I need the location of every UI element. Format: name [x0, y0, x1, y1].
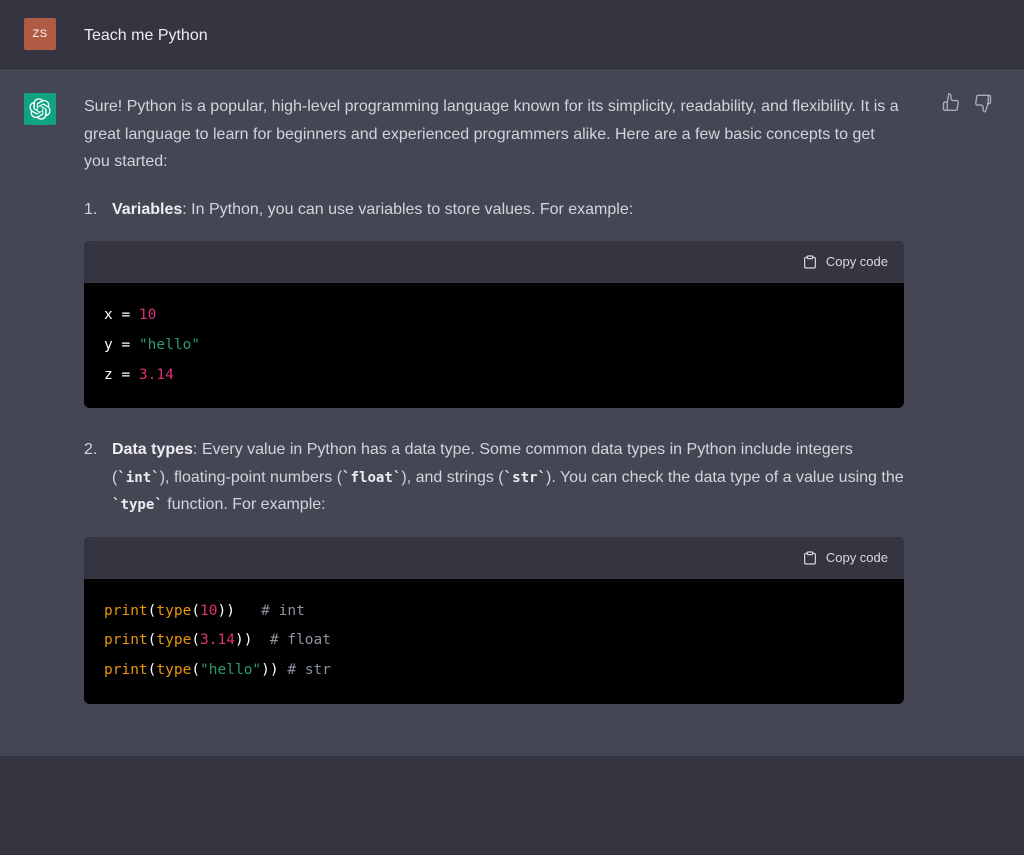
openai-logo-icon: [29, 98, 51, 120]
user-avatar: ZS: [24, 18, 56, 50]
feedback-controls: [942, 93, 994, 113]
list-item-title: Variables: [112, 201, 182, 218]
assistant-message-row: Sure! Python is a popular, high-level pr…: [0, 69, 1024, 756]
user-message-row: ZS Teach me Python: [0, 0, 1024, 69]
list-item-desc: : In Python, you can use variables to st…: [182, 201, 633, 218]
copy-code-button[interactable]: Copy code: [84, 241, 904, 283]
copy-code-button[interactable]: Copy code: [84, 537, 904, 579]
inline-code: `str`: [504, 470, 546, 486]
code-block: Copy code print(type(10)) # int print(ty…: [84, 537, 904, 704]
thumbs-up-icon: [942, 93, 962, 113]
code-block: Copy code x = 10 y = "hello" z = 3.14: [84, 241, 904, 408]
assistant-avatar: [24, 93, 56, 125]
list-item: Variables: In Python, you can use variab…: [84, 196, 904, 409]
user-message-text: Teach me Python: [84, 18, 904, 50]
clipboard-icon: [802, 550, 818, 566]
code-content: x = 10 y = "hello" z = 3.14: [84, 283, 904, 408]
thumbs-up-button[interactable]: [942, 93, 962, 113]
inline-code: `type`: [112, 497, 163, 513]
assistant-intro: Sure! Python is a popular, high-level pr…: [84, 93, 904, 176]
inline-code: `int`: [117, 470, 159, 486]
list-item-title: Data types: [112, 441, 193, 458]
code-content: print(type(10)) # int print(type(3.14)) …: [84, 579, 904, 704]
assistant-message-body: Sure! Python is a popular, high-level pr…: [84, 93, 904, 732]
thumbs-down-button[interactable]: [974, 93, 994, 113]
list-item-heading: Variables: In Python, you can use variab…: [84, 196, 904, 224]
concepts-list: Variables: In Python, you can use variab…: [84, 196, 904, 704]
list-item: Data types: Every value in Python has a …: [84, 436, 904, 704]
clipboard-icon: [802, 254, 818, 270]
list-item-heading: Data types: Every value in Python has a …: [84, 436, 904, 519]
inline-code: `float`: [342, 470, 401, 486]
copy-code-label: Copy code: [826, 547, 888, 569]
thumbs-down-icon: [974, 93, 994, 113]
copy-code-label: Copy code: [826, 251, 888, 273]
